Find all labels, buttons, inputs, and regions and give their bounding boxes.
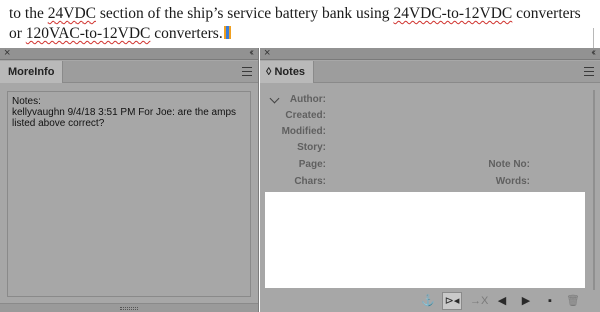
resize-grip[interactable]: [0, 303, 258, 312]
note-no-label: Note No:: [488, 159, 530, 170]
panel-menu-icon[interactable]: [242, 67, 252, 76]
text-run: converters.: [150, 25, 223, 42]
words-label: Words:: [495, 176, 530, 187]
notes-panel: × ‹‹ ◊ Notes Author: Created: Modified: …: [260, 46, 600, 312]
panel-title-bar[interactable]: × ‹‹: [0, 46, 258, 60]
previous-note-icon[interactable]: ◀: [494, 294, 510, 308]
note-anchor-icon[interactable]: [223, 26, 231, 39]
moreinfo-line: kellyvaughn 9/4/18 3:51 PM For Joe: are …: [12, 107, 237, 118]
misspelled-word: 24VDC: [47, 5, 96, 22]
story-label: Story:: [297, 142, 326, 153]
collapse-icon[interactable]: ‹‹: [249, 46, 253, 60]
notes-toolbar: ⚓ ⊳◂ →X ◀ ▶ ▪ 🗑: [260, 290, 600, 312]
moreinfo-line: listed above correct?: [12, 118, 105, 129]
panel-scrollbar[interactable]: [593, 90, 595, 290]
panel-title-bar[interactable]: × ‹‹: [260, 46, 600, 60]
document-text-area[interactable]: to the 24VDC section of the ship’s servi…: [0, 0, 600, 48]
close-icon[interactable]: ×: [4, 46, 10, 60]
note-mode-icon[interactable]: ⊳◂: [442, 292, 462, 310]
close-icon[interactable]: ×: [264, 46, 270, 60]
chars-label: Chars:: [294, 176, 326, 187]
note-text-area[interactable]: [265, 192, 585, 288]
delete-icon[interactable]: 🗑: [565, 294, 581, 308]
panel-menu-icon[interactable]: [584, 67, 594, 76]
misspelled-word: 120VAC-to-12VDC: [25, 25, 151, 42]
text-run: to the: [9, 5, 48, 22]
convert-note-icon[interactable]: →X: [470, 294, 488, 308]
text-run: section of the ship’s service battery ba…: [95, 5, 394, 22]
moreinfo-line: Notes:: [12, 96, 41, 107]
page-label: Page:: [298, 159, 326, 170]
author-label: Author:: [289, 94, 326, 105]
moreinfo-text-box[interactable]: Notes: kellyvaughn 9/4/18 3:51 PM For Jo…: [7, 91, 251, 297]
collapse-icon[interactable]: ‹‹: [591, 46, 595, 60]
tab-notes[interactable]: ◊ Notes: [260, 61, 315, 83]
next-note-icon[interactable]: ▶: [518, 294, 534, 308]
tab-moreinfo[interactable]: MoreInfo: [0, 61, 64, 83]
new-note-icon[interactable]: ▪: [542, 294, 558, 308]
text-run: or: [9, 25, 26, 42]
misspelled-word: 24VDC-to-12VDC: [393, 5, 513, 22]
created-label: Created:: [285, 110, 326, 121]
document-scrollbar[interactable]: [593, 28, 594, 48]
anchor-icon[interactable]: ⚓: [420, 294, 436, 308]
text-run: converters: [512, 5, 581, 22]
modified-label: Modified:: [281, 126, 326, 137]
moreinfo-panel: × ‹‹ MoreInfo Notes: kellyvaughn 9/4/18 …: [0, 46, 259, 312]
document-line-2: or 120VAC-to-12VDC converters.: [9, 25, 231, 43]
document-line-1: to the 24VDC section of the ship’s servi…: [9, 5, 581, 23]
chevron-down-icon[interactable]: [269, 93, 280, 104]
